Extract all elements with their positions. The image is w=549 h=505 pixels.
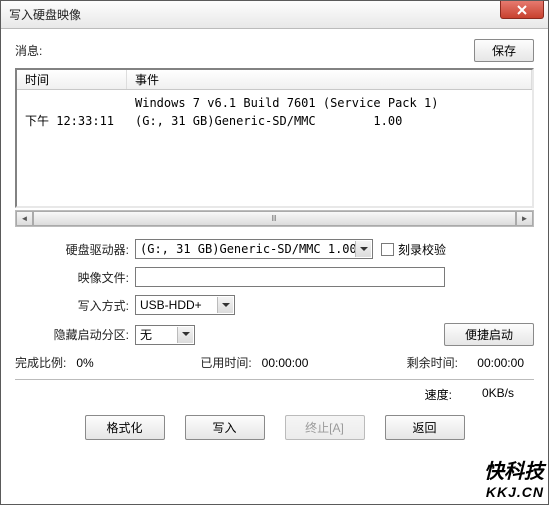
speed-value: 0KB/s [482,386,514,403]
speed-row: 速度: 0KB/s [15,386,534,403]
hidden-boot-select[interactable]: 无 [135,325,195,345]
elapsed-label: 已用时间: [200,354,251,371]
watermark: 快科技 KKJ.CN [484,455,544,500]
log-time [17,94,127,112]
image-file-input[interactable] [135,267,445,287]
back-button[interactable]: 返回 [385,415,465,440]
log-time: 下午 12:33:11 [17,112,127,130]
scroll-left-arrow-icon[interactable]: ◄ [16,211,33,226]
form-area: 硬盘驱动器: (G:, 31 GB)Generic-SD/MMC 1.00 刻录… [15,239,534,346]
log-event: Windows 7 v6.1 Build 7601 (Service Pack … [127,94,532,112]
scroll-thumb[interactable]: Ⅲ [33,211,516,226]
hidden-boot-value: 无 [140,326,152,343]
abort-button: 终止[A] [285,415,365,440]
checkbox-icon [381,243,394,256]
write-button[interactable]: 写入 [185,415,265,440]
elapsed-value: 00:00:00 [262,356,332,370]
window-title: 写入硬盘映像 [9,6,81,23]
col-time-header[interactable]: 时间 [17,70,127,89]
log-header: 时间 事件 [17,70,532,90]
done-ratio-value: 0% [76,356,146,370]
dialog-window: 写入硬盘映像 消息: 保存 时间 事件 Windows 7 v6.1 Build… [0,0,549,505]
write-mode-select[interactable]: USB-HDD+ [135,295,235,315]
close-button[interactable] [500,1,544,19]
save-button[interactable]: 保存 [474,39,534,62]
watermark-url: KKJ.CN [484,484,544,500]
format-button[interactable]: 格式化 [85,415,165,440]
log-body: Windows 7 v6.1 Build 7601 (Service Pack … [17,90,532,134]
image-file-label: 映像文件: [15,269,135,286]
titlebar: 写入硬盘映像 [1,1,548,29]
log-event: (G:, 31 GB)Generic-SD/MMC 1.00 [127,112,532,130]
log-row[interactable]: 下午 12:33:11 (G:, 31 GB)Generic-SD/MMC 1.… [17,112,532,130]
divider [15,379,534,380]
drive-select-value: (G:, 31 GB)Generic-SD/MMC 1.00 [140,242,357,256]
close-icon [517,5,527,15]
status-row: 完成比例: 0% 已用时间: 00:00:00 剩余时间: 00:00:00 [15,354,534,371]
write-mode-value: USB-HDD+ [140,298,202,312]
chevron-down-icon [217,297,233,313]
hidden-boot-label: 隐藏启动分区: [15,326,135,343]
burn-verify-checkbox[interactable]: 刻录校验 [381,241,446,258]
burn-verify-label: 刻录校验 [398,241,446,258]
message-label: 消息: [15,42,42,59]
remaining-value: 00:00:00 [468,356,524,370]
chevron-down-icon [355,241,371,257]
grip-icon: Ⅲ [271,214,278,223]
drive-label: 硬盘驱动器: [15,241,135,258]
log-row[interactable]: Windows 7 v6.1 Build 7601 (Service Pack … [17,94,532,112]
scroll-right-arrow-icon[interactable]: ► [516,211,533,226]
chevron-down-icon [177,327,193,343]
done-ratio-label: 完成比例: [15,354,66,371]
write-mode-label: 写入方式: [15,297,135,314]
watermark-text: 快科技 [484,455,544,484]
remaining-label: 剩余时间: [407,354,458,371]
convenient-boot-button[interactable]: 便捷启动 [444,323,534,346]
horizontal-scrollbar[interactable]: ◄ Ⅲ ► [15,210,534,227]
scroll-track[interactable]: Ⅲ [33,211,516,226]
log-panel: 时间 事件 Windows 7 v6.1 Build 7601 (Service… [15,68,534,208]
speed-label: 速度: [425,386,452,403]
content-area: 消息: 保存 时间 事件 Windows 7 v6.1 Build 7601 (… [1,29,548,448]
drive-select[interactable]: (G:, 31 GB)Generic-SD/MMC 1.00 [135,239,373,259]
bottom-buttons: 格式化 写入 终止[A] 返回 [15,415,534,440]
col-event-header[interactable]: 事件 [127,70,532,89]
